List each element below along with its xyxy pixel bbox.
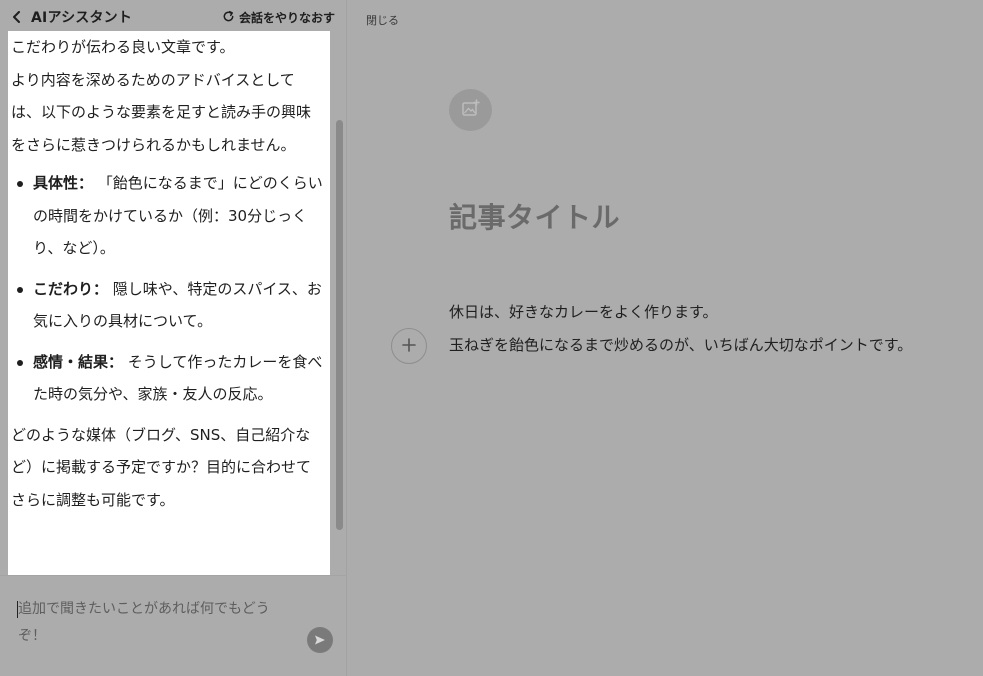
- body-paragraph: 休日は、好きなカレーをよく作ります。: [449, 303, 718, 321]
- bullet-dot: [17, 286, 23, 293]
- app-root: AIアシスタント 会話をやりなおす こだわりが伝わる良い文章です。 より内容を深…: [0, 0, 983, 676]
- chat-input-area: 追加で聞きたいことがあれば何でもどうぞ！: [0, 575, 347, 676]
- send-button[interactable]: [307, 627, 333, 653]
- chevron-left-icon: [12, 11, 22, 23]
- article-body[interactable]: 休日は、好きなカレーをよく作ります。 玉ねぎを飴色になるまで炒めるのが、いちばん…: [449, 296, 969, 361]
- assistant-message: こだわりが伝わる良い文章です。 より内容を深めるためのアドバイスとしては、以下の…: [11, 31, 323, 516]
- close-button[interactable]: 閉じる: [366, 12, 399, 28]
- list-item-term: 具体性：: [33, 174, 94, 192]
- message-intro: こだわりが伝わる良い文章です。: [11, 38, 235, 56]
- back-button[interactable]: AIアシスタント: [12, 7, 132, 27]
- chat-scrollbar[interactable]: [335, 38, 344, 532]
- list-item: こだわり： 隠し味や、特定のスパイス、お気に入りの具材について。: [11, 273, 323, 338]
- list-item-term: こだわり：: [33, 279, 109, 298]
- panel-header: AIアシスタント 会話をやりなおす: [0, 0, 347, 34]
- plus-icon: [402, 337, 416, 356]
- message-closing: どのような媒体（ブログ、SNS、自己紹介など）に掲載する予定ですか？目的に合わせ…: [11, 425, 312, 509]
- add-block-button[interactable]: [391, 328, 427, 364]
- advice-list: 具体性： 「飴色になるまで」にどのくらいの時間をかけているか（例：30分じっくり…: [11, 167, 323, 411]
- add-image-icon: [461, 98, 481, 122]
- chat-message-area[interactable]: こだわりが伝わる良い文章です。 より内容を深めるためのアドバイスとしては、以下の…: [8, 31, 330, 575]
- add-image-button[interactable]: [449, 89, 492, 131]
- restart-conversation-button[interactable]: 会話をやりなおす: [222, 8, 335, 27]
- send-icon: [314, 631, 326, 650]
- panel-title: AIアシスタント: [31, 10, 133, 26]
- bullet-dot: [17, 181, 23, 187]
- ai-assistant-panel: AIアシスタント 会話をやりなおす こだわりが伝わる良い文章です。 より内容を深…: [0, 0, 347, 676]
- refresh-icon: [222, 8, 235, 27]
- article-title[interactable]: 記事タイトル: [449, 196, 620, 236]
- message-lead: より内容を深めるためのアドバイスとしては、以下のような要素を足すと読み手の興味を…: [11, 70, 312, 154]
- list-item-term: 感情・結果：: [33, 352, 124, 371]
- restart-label: 会話をやりなおす: [238, 10, 335, 25]
- list-item: 具体性： 「飴色になるまで」にどのくらいの時間をかけているか（例：30分じっくり…: [11, 167, 323, 265]
- article-editor: 閉じる 記事タイトル 休日は、好きなカレーをよく作ります。 玉ねぎを飴色になるま…: [348, 0, 983, 676]
- body-paragraph: 玉ねぎを飴色になるまで炒めるのが、いちばん大切なポイントです。: [449, 335, 913, 354]
- scrollbar-thumb[interactable]: [336, 120, 343, 530]
- list-item: 感情・結果： そうして作ったカレーを食べた時の気分や、家族・友人の反応。: [11, 346, 323, 411]
- chat-input[interactable]: 追加で聞きたいことがあれば何でもどうぞ！: [18, 596, 288, 650]
- bullet-dot: [17, 359, 23, 366]
